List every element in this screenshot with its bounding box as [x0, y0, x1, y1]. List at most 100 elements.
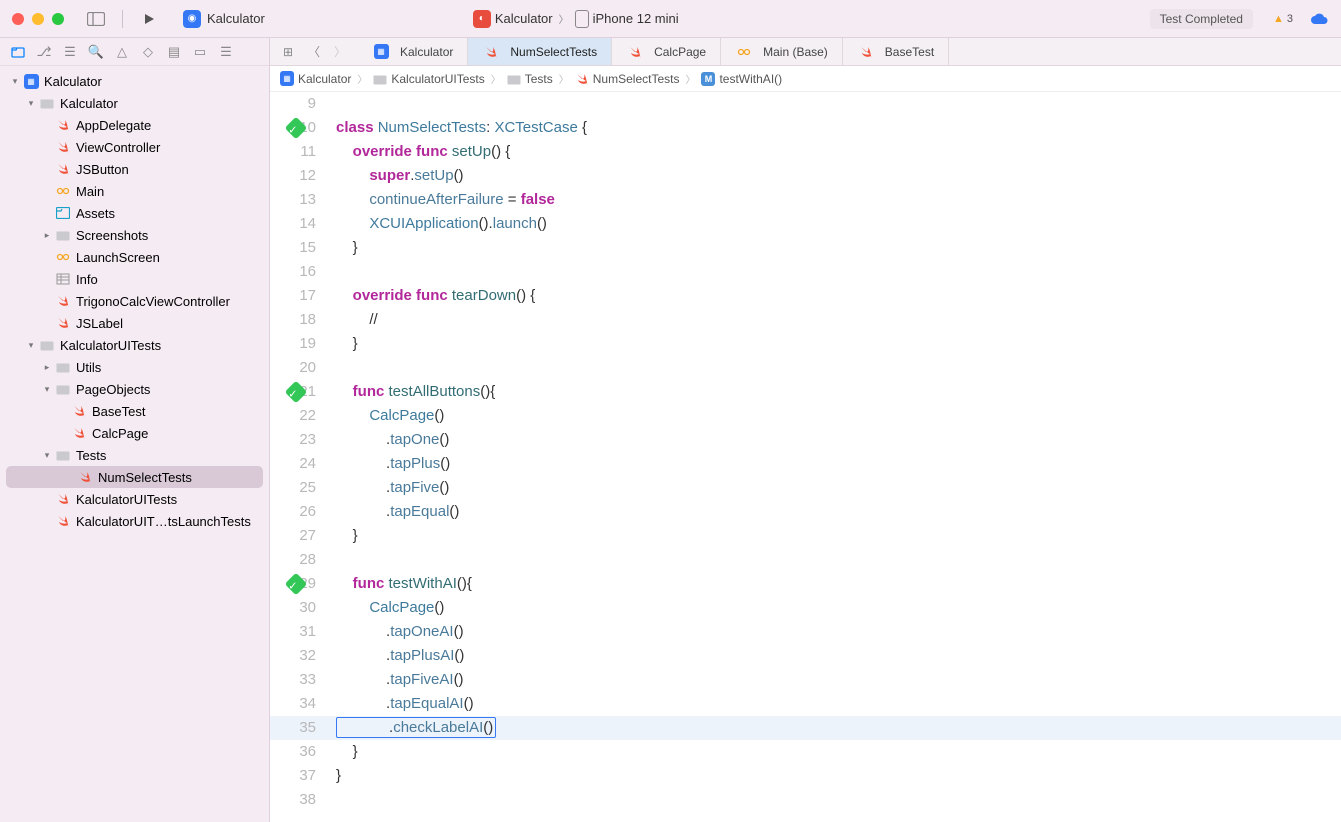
cloud-icon[interactable]	[1309, 12, 1329, 26]
code-line-10[interactable]: 10class NumSelectTests: XCTestCase {	[270, 116, 1341, 140]
code-text[interactable]: func testWithAI(){	[330, 572, 1341, 596]
code-line-27[interactable]: 27 }	[270, 524, 1341, 548]
minimize-window[interactable]	[32, 13, 44, 25]
line-number[interactable]: 38	[270, 788, 330, 812]
forward-button[interactable]: 〉	[328, 42, 352, 62]
code-text[interactable]: }	[330, 236, 1341, 260]
code-text[interactable]	[330, 260, 1341, 284]
run-button[interactable]	[135, 7, 163, 31]
line-number[interactable]: 16	[270, 260, 330, 284]
line-number[interactable]: 25	[270, 476, 330, 500]
line-number[interactable]: 19	[270, 332, 330, 356]
close-window[interactable]	[12, 13, 24, 25]
project-root[interactable]: ▾▦Kalculator	[0, 70, 269, 92]
report-navigator-icon[interactable]: ☰	[214, 41, 238, 63]
file-JSButton[interactable]: JSButton	[0, 158, 269, 180]
file-Main[interactable]: Main	[0, 180, 269, 202]
breadcrumb-Kalculator[interactable]: ▦Kalculator	[280, 72, 351, 86]
code-text[interactable]: .tapFive()	[330, 476, 1341, 500]
find-navigator-icon[interactable]: 🔍	[84, 41, 108, 63]
code-text[interactable]: class NumSelectTests: XCTestCase {	[330, 116, 1341, 140]
code-text[interactable]: override func setUp() {	[330, 140, 1341, 164]
code-line-33[interactable]: 33 .tapFiveAI()	[270, 668, 1341, 692]
tab-Main (Base)[interactable]: Main (Base)	[721, 38, 843, 65]
project-navigator-icon[interactable]	[6, 41, 30, 63]
line-number[interactable]: 10	[270, 116, 330, 140]
test-success-icon[interactable]	[285, 117, 308, 140]
code-line-15[interactable]: 15 }	[270, 236, 1341, 260]
code-text[interactable]: .tapPlusAI()	[330, 644, 1341, 668]
group-app[interactable]: ▾Kalculator	[0, 92, 269, 114]
group-uitests[interactable]: ▾KalculatorUITests	[0, 334, 269, 356]
disclosure-triangle-icon[interactable]: ▾	[24, 98, 38, 109]
code-line-23[interactable]: 23 .tapOne()	[270, 428, 1341, 452]
scheme-selector[interactable]: ◐ Kalculator 〉 iPhone 12 mini	[473, 10, 679, 28]
code-text[interactable]: XCUIApplication().launch()	[330, 212, 1341, 236]
line-number[interactable]: 20	[270, 356, 330, 380]
file-CalcPage[interactable]: CalcPage	[0, 422, 269, 444]
code-text[interactable]: func testAllButtons(){	[330, 380, 1341, 404]
code-line-35[interactable]: 35 .checkLabelAI()	[270, 716, 1341, 740]
code-text[interactable]: .tapPlus()	[330, 452, 1341, 476]
code-line-32[interactable]: 32 .tapPlusAI()	[270, 644, 1341, 668]
code-line-37[interactable]: 37}	[270, 764, 1341, 788]
breadcrumb-NumSelectTests[interactable]: NumSelectTests	[575, 72, 680, 86]
line-number[interactable]: 9	[270, 92, 330, 116]
line-number[interactable]: 23	[270, 428, 330, 452]
disclosure-triangle-icon[interactable]: ▾	[40, 384, 54, 395]
code-text[interactable]	[330, 788, 1341, 812]
related-items-icon[interactable]: ⊞	[276, 42, 300, 62]
code-text[interactable]: CalcPage()	[330, 404, 1341, 428]
line-number[interactable]: 35	[270, 716, 330, 740]
code-line-20[interactable]: 20	[270, 356, 1341, 380]
source-control-navigator-icon[interactable]: ⎇	[32, 41, 56, 63]
code-line-34[interactable]: 34 .tapEqualAI()	[270, 692, 1341, 716]
symbol-navigator-icon[interactable]: ☰	[58, 41, 82, 63]
line-number[interactable]: 27	[270, 524, 330, 548]
back-button[interactable]: 〈	[302, 42, 326, 62]
code-line-21[interactable]: 21 func testAllButtons(){	[270, 380, 1341, 404]
disclosure-triangle-icon[interactable]: ▾	[40, 450, 54, 461]
disclosure-triangle-icon[interactable]: ▸	[40, 362, 54, 373]
code-line-25[interactable]: 25 .tapFive()	[270, 476, 1341, 500]
tab-Kalculator[interactable]: ▦Kalculator	[358, 38, 468, 65]
code-text[interactable]: }	[330, 764, 1341, 788]
line-number[interactable]: 12	[270, 164, 330, 188]
code-text[interactable]	[330, 356, 1341, 380]
group-utils[interactable]: ▸Utils	[0, 356, 269, 378]
code-line-13[interactable]: 13 continueAfterFailure = false	[270, 188, 1341, 212]
code-line-19[interactable]: 19 }	[270, 332, 1341, 356]
code-line-31[interactable]: 31 .tapOneAI()	[270, 620, 1341, 644]
code-text[interactable]: .tapFiveAI()	[330, 668, 1341, 692]
code-text[interactable]: }	[330, 524, 1341, 548]
file-AppDelegate[interactable]: AppDelegate	[0, 114, 269, 136]
code-line-18[interactable]: 18 //	[270, 308, 1341, 332]
line-number[interactable]: 17	[270, 284, 330, 308]
code-line-26[interactable]: 26 .tapEqual()	[270, 500, 1341, 524]
tab-NumSelectTests[interactable]: NumSelectTests	[468, 38, 612, 65]
file-JSLabel[interactable]: JSLabel	[0, 312, 269, 334]
code-text[interactable]: continueAfterFailure = false	[330, 188, 1341, 212]
line-number[interactable]: 26	[270, 500, 330, 524]
code-line-22[interactable]: 22 CalcPage()	[270, 404, 1341, 428]
code-text[interactable]: .checkLabelAI()	[330, 716, 1341, 740]
code-line-30[interactable]: 30 CalcPage()	[270, 596, 1341, 620]
file-Assets[interactable]: Assets	[0, 202, 269, 224]
file-BaseTest[interactable]: BaseTest	[0, 400, 269, 422]
group-tests[interactable]: ▾Tests	[0, 444, 269, 466]
code-text[interactable]: .tapOneAI()	[330, 620, 1341, 644]
breadcrumb-testWithAI()[interactable]: MtestWithAI()	[701, 72, 782, 86]
file-NumSelectTests[interactable]: NumSelectTests	[6, 466, 263, 488]
tab-BaseTest[interactable]: BaseTest	[843, 38, 949, 65]
line-number[interactable]: 13	[270, 188, 330, 212]
code-line-11[interactable]: 11 override func setUp() {	[270, 140, 1341, 164]
line-number[interactable]: 11	[270, 140, 330, 164]
code-line-38[interactable]: 38	[270, 788, 1341, 812]
group-pageobjects[interactable]: ▾PageObjects	[0, 378, 269, 400]
code-text[interactable]: super.setUp()	[330, 164, 1341, 188]
code-text[interactable]: }	[330, 332, 1341, 356]
code-text[interactable]: .tapEqualAI()	[330, 692, 1341, 716]
code-line-9[interactable]: 9	[270, 92, 1341, 116]
line-number[interactable]: 30	[270, 596, 330, 620]
test-navigator-icon[interactable]: ◇	[136, 41, 160, 63]
